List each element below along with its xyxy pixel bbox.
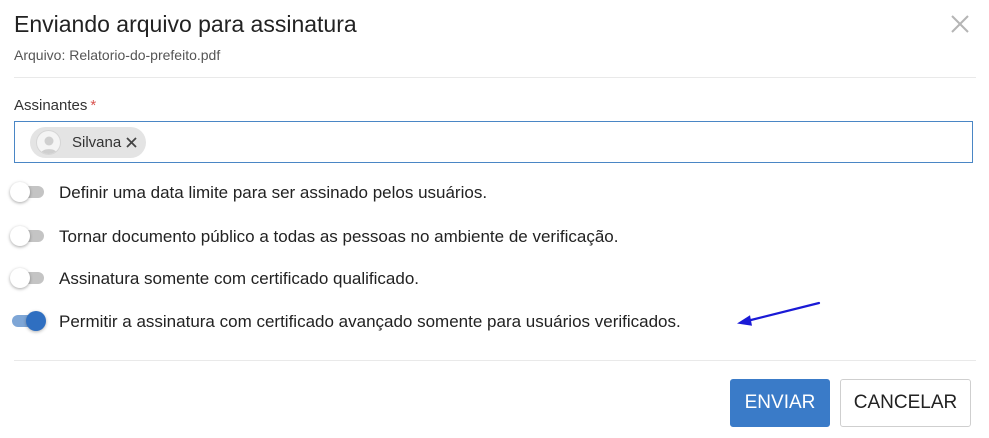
- signers-input[interactable]: Silvana: [14, 121, 973, 163]
- advanced-certificate-toggle[interactable]: [10, 311, 46, 331]
- signer-chip[interactable]: Silvana: [30, 127, 146, 158]
- close-button[interactable]: [948, 12, 972, 36]
- qualified-certificate-toggle-label: Assinatura somente com certificado quali…: [59, 269, 420, 288]
- public-document-toggle[interactable]: [10, 226, 46, 246]
- option-public-document: Tornar documento público a todas as pess…: [10, 222, 910, 248]
- deadline-toggle[interactable]: [10, 182, 46, 202]
- signer-chip-label: Silvana: [72, 134, 122, 151]
- switch-knob: [10, 182, 30, 202]
- public-document-toggle-label: Tornar documento público a todas as pess…: [59, 227, 619, 246]
- footer-divider: [14, 360, 976, 361]
- cancel-button[interactable]: CANCELAR: [840, 379, 971, 427]
- dialog-title: Enviando arquivo para assinatura: [14, 11, 357, 37]
- option-qualified-certificate: Assinatura somente com certificado quali…: [10, 264, 910, 290]
- header-divider: [14, 77, 976, 78]
- close-icon: [951, 15, 969, 33]
- switch-knob: [10, 226, 30, 246]
- signers-label: Assinantes *: [14, 97, 96, 115]
- arrow-pointer-icon: [737, 301, 821, 326]
- file-name-subtitle: Arquivo: Relatorio-do-prefeito.pdf: [14, 47, 221, 63]
- deadline-toggle-label: Definir uma data limite para ser assinad…: [59, 183, 488, 202]
- required-mark: *: [90, 97, 97, 114]
- switch-knob: [26, 311, 46, 331]
- close-icon: [126, 137, 137, 148]
- send-button[interactable]: ENVIAR: [730, 379, 830, 427]
- advanced-certificate-toggle-label: Permitir a assinatura com certificado av…: [59, 312, 681, 331]
- remove-signer-button[interactable]: [125, 136, 138, 149]
- option-deadline: Definir uma data limite para ser assinad…: [10, 178, 910, 204]
- signers-label-text: Assinantes: [14, 97, 88, 114]
- user-avatar-icon: [36, 130, 61, 155]
- switch-knob: [10, 268, 30, 288]
- qualified-certificate-toggle[interactable]: [10, 268, 46, 288]
- send-for-signature-dialog: Enviando arquivo para assinatura Arquivo…: [0, 0, 989, 438]
